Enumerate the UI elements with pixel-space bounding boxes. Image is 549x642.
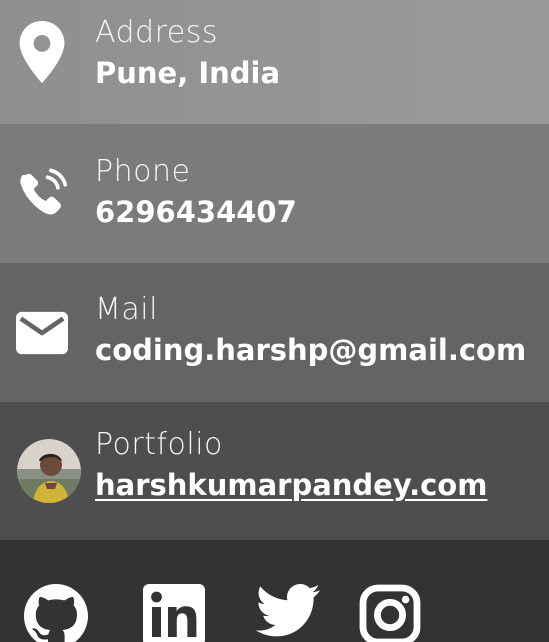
address-value: Pune, India	[95, 56, 281, 90]
portfolio-row: Portfolio harshkumarpandey.com	[0, 402, 549, 540]
mail-icon	[16, 307, 68, 359]
phone-icon	[16, 168, 68, 220]
avatar	[16, 438, 82, 504]
portfolio-link[interactable]: harshkumarpandey.com	[95, 466, 549, 504]
address-label: Address	[95, 15, 218, 50]
social-links	[0, 540, 549, 642]
instagram-icon[interactable]	[359, 584, 423, 642]
phone-row: Phone 6296434407	[0, 124, 549, 263]
address-row: Address Pune, India	[0, 0, 549, 124]
phone-label: Phone	[95, 154, 191, 189]
mail-value[interactable]: coding.harshp@gmail.com	[95, 331, 549, 369]
mail-label: Mail	[95, 292, 158, 327]
github-icon[interactable]	[24, 584, 88, 642]
mail-row: Mail coding.harshp@gmail.com	[0, 263, 549, 402]
phone-value[interactable]: 6296434407	[95, 193, 549, 231]
twitter-icon[interactable]	[255, 584, 320, 642]
contact-list: Address Pune, India Phone 6296434407 Mai…	[0, 0, 549, 642]
linkedin-icon[interactable]	[143, 584, 207, 642]
map-pin-icon	[16, 21, 68, 83]
portfolio-label: Portfolio	[95, 427, 223, 462]
